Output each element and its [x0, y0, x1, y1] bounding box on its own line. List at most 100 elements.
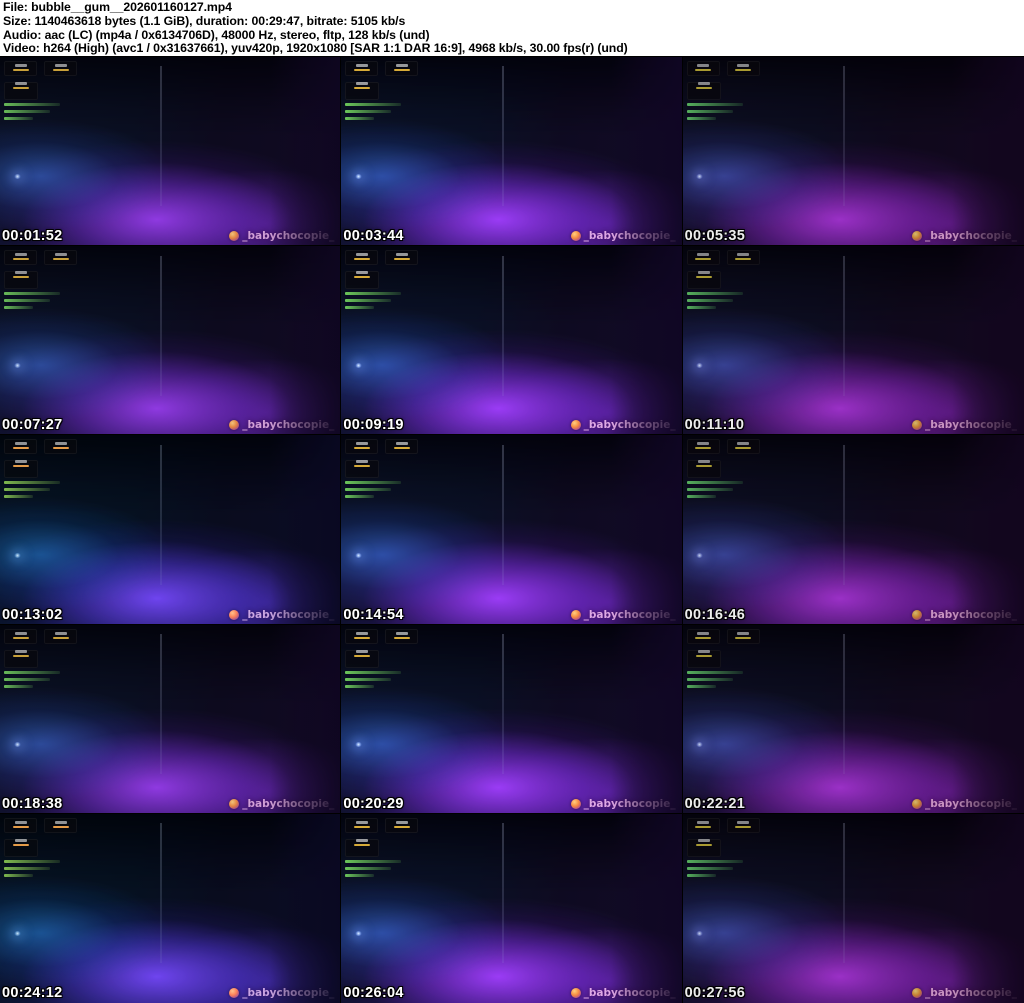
overlay-counter-box	[726, 61, 760, 76]
video-thumbnail: 00:14:54 _babychocopie_	[340, 434, 684, 626]
timestamp-label: 00:18:38	[2, 795, 63, 812]
stage-lamp-glow	[696, 363, 704, 369]
file-name-line: File: bubble__gum__202601160127.mp4	[3, 0, 232, 14]
watermark-logo-icon	[570, 231, 581, 242]
overlay-counter-box	[345, 439, 379, 455]
overlay-chat-lines	[686, 670, 743, 688]
stream-overlay-widgets	[345, 628, 425, 688]
overlay-timer-box	[686, 649, 721, 668]
pole-decoration	[160, 255, 163, 396]
watermark-logo-icon	[570, 987, 581, 998]
stage-lamp-glow	[696, 741, 704, 747]
timestamp-label: 00:07:27	[2, 417, 63, 434]
timestamp-label: 00:09:19	[343, 417, 404, 434]
video-thumbnail: 00:09:19 _babychocopie_	[340, 245, 684, 437]
watermark-text: _babychocopie_	[242, 608, 335, 621]
stage-lamp-glow	[13, 741, 21, 747]
timestamp-label: 00:27:56	[684, 984, 746, 1001]
overlay-chat-lines	[345, 859, 402, 877]
overlay-chat-lines	[686, 859, 743, 877]
watermark: _babychocopie_	[911, 419, 1017, 432]
overlay-counter-box	[44, 817, 77, 833]
overlay-counter-box	[345, 817, 379, 833]
pole-decoration	[160, 823, 163, 964]
stream-overlay-widgets	[345, 439, 425, 499]
watermark-text: _babychocopie_	[924, 230, 1017, 243]
file-size-line: Size: 1140463618 bytes (1.1 GiB), durati…	[3, 13, 406, 28]
watermark-text: _babychocopie_	[242, 986, 335, 999]
video-thumbnail: 00:03:44 _babychocopie_	[340, 55, 684, 248]
watermark-text: _babychocopie_	[924, 986, 1017, 999]
watermark-text: _babychocopie_	[583, 419, 676, 432]
overlay-timer-box	[4, 649, 38, 668]
audio-codec-line: Audio: aac (LC) (mp4a / 0x6134706D), 480…	[3, 27, 430, 42]
stream-overlay-widgets	[686, 628, 767, 688]
overlay-chat-lines	[686, 481, 743, 499]
stream-overlay-widgets	[4, 817, 84, 877]
overlay-timer-box	[345, 460, 380, 479]
watermark: _babychocopie_	[229, 609, 334, 621]
watermark-logo-icon	[229, 609, 240, 620]
stage-lamp-glow	[13, 931, 21, 937]
watermark: _babychocopie_	[229, 987, 334, 999]
video-thumbnail: 00:16:46 _babychocopie_	[681, 434, 1024, 626]
timestamp-label: 00:16:46	[684, 606, 746, 623]
video-thumbnail: 00:05:35 _babychocopie_	[681, 55, 1024, 248]
overlay-counter-box	[385, 628, 419, 644]
overlay-counter-box	[686, 628, 720, 644]
pole-decoration	[501, 66, 504, 207]
watermark-logo-icon	[911, 987, 922, 998]
pole-decoration	[501, 634, 504, 775]
stream-overlay-widgets	[345, 61, 425, 120]
overlay-counter-box	[44, 61, 77, 76]
pole-decoration	[843, 634, 846, 775]
video-thumbnail: 00:18:38 _babychocopie_	[0, 623, 343, 815]
stage-lamp-glow	[354, 552, 362, 558]
stage-lamp-glow	[696, 931, 704, 937]
video-thumbnail: 00:13:02 _babychocopie_	[0, 434, 343, 626]
stream-overlay-widgets	[4, 250, 84, 310]
stream-overlay-widgets	[686, 439, 767, 499]
watermark-logo-icon	[229, 420, 240, 431]
stage-lamp-glow	[13, 552, 21, 558]
watermark: _babychocopie_	[570, 797, 676, 810]
watermark-logo-icon	[911, 231, 922, 242]
watermark-logo-icon	[229, 987, 240, 998]
overlay-counter-box	[44, 439, 77, 455]
watermark-text: _babychocopie_	[583, 797, 676, 810]
overlay-chat-lines	[4, 859, 60, 877]
overlay-timer-box	[345, 82, 380, 100]
watermark-logo-icon	[911, 609, 922, 620]
pole-decoration	[501, 823, 504, 964]
overlay-counter-box	[385, 439, 419, 455]
watermark: _babychocopie_	[911, 797, 1017, 810]
watermark: _babychocopie_	[911, 608, 1017, 621]
overlay-timer-box	[686, 460, 721, 479]
timestamp-label: 00:22:21	[684, 795, 746, 812]
overlay-chat-lines	[4, 481, 60, 499]
overlay-counter-box	[4, 817, 37, 833]
watermark-text: _babychocopie_	[924, 419, 1017, 432]
overlay-counter-box	[385, 250, 419, 266]
pole-decoration	[843, 255, 846, 396]
stage-lamp-glow	[354, 931, 362, 937]
overlay-timer-box	[4, 82, 38, 100]
overlay-counter-box	[686, 61, 720, 76]
watermark-text: _babychocopie_	[924, 797, 1017, 810]
watermark: _babychocopie_	[570, 609, 676, 621]
overlay-chat-lines	[345, 292, 402, 310]
pole-decoration	[160, 634, 163, 775]
video-thumbnail: 00:27:56 _babychocopie_	[681, 812, 1024, 1003]
stage-lamp-glow	[696, 174, 704, 180]
video-codec-line: Video: h264 (High) (avc1 / 0x31637661), …	[3, 41, 628, 56]
overlay-counter-box	[4, 61, 37, 76]
overlay-timer-box	[686, 271, 721, 290]
overlay-timer-box	[345, 838, 380, 857]
overlay-timer-box	[4, 838, 38, 857]
overlay-counter-box	[726, 817, 760, 833]
overlay-chat-lines	[4, 103, 60, 120]
watermark-text: _babychocopie_	[924, 608, 1017, 621]
watermark-text: _babychocopie_	[242, 230, 335, 243]
watermark: _babychocopie_	[911, 230, 1017, 243]
watermark: _babychocopie_	[229, 419, 334, 431]
